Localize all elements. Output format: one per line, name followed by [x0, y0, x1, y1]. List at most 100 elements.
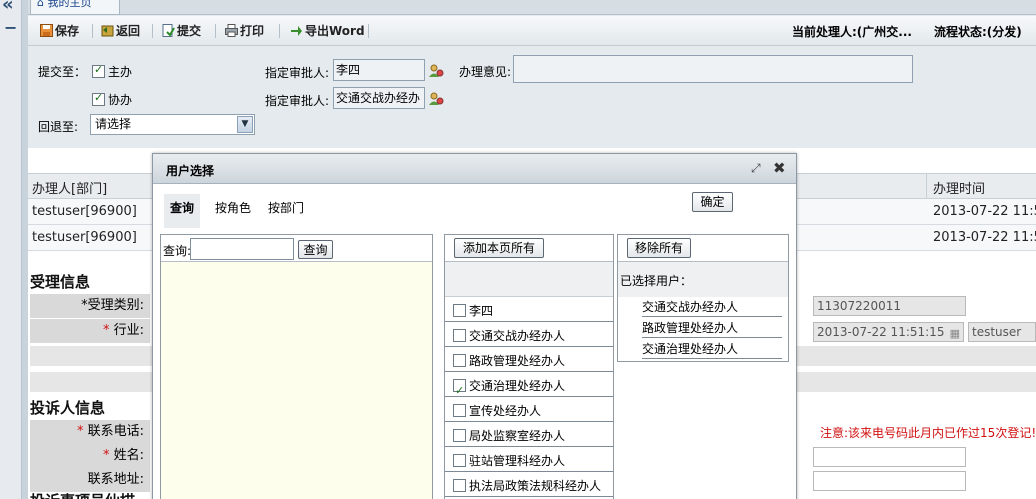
add-all-button[interactable]: 添加本页所有: [454, 238, 544, 258]
column-time: 办理时间: [933, 182, 986, 197]
checkbox-checked-icon: [92, 91, 105, 106]
address-input[interactable]: [813, 471, 966, 491]
return-select-value: 请选择: [95, 117, 132, 131]
user-name: 局处监察室经办人: [469, 429, 566, 443]
required-mark: *: [102, 448, 114, 463]
minus-icon[interactable]: −: [4, 18, 17, 37]
export-label: 导出Word: [305, 24, 365, 38]
accept-datetime-field[interactable]: 2013-07-22 11:51:15 ▦: [813, 322, 964, 342]
search-panel: 查询: 查询: [160, 234, 433, 499]
user-select-dialog: 用户选择 ⤢ ✖ 查询 按角色 按部门 确定 查询: 查询 添加本页所有 李四 …: [152, 153, 797, 499]
toolbar-separator: [279, 24, 280, 38]
tab-query[interactable]: 查询: [164, 194, 201, 228]
user-name: 交通交战办经办人: [469, 329, 566, 343]
list-item[interactable]: 李四: [445, 297, 613, 322]
name-input[interactable]: [813, 447, 966, 467]
home-icon: ⌂: [37, 0, 44, 9]
checkbox-icon[interactable]: [453, 404, 466, 417]
return-select[interactable]: 请选择 ▼: [90, 114, 255, 135]
submit-label: 提交: [177, 24, 202, 38]
back-button[interactable]: 返回: [101, 22, 140, 40]
required-mark: *: [102, 323, 114, 338]
tab-strip: [28, 0, 1036, 15]
checkbox-icon[interactable]: [453, 329, 466, 342]
list-item[interactable]: 路政管理处经办人: [445, 347, 613, 372]
name-label-text: 姓名:: [113, 448, 144, 463]
checkbox-icon[interactable]: [453, 454, 466, 467]
list-item[interactable]: 交通治理处经办人: [445, 372, 613, 405]
selected-user-item[interactable]: 路政管理处经办人: [642, 318, 782, 338]
return-label: 回退至:: [38, 120, 79, 134]
opinion-textarea[interactable]: [513, 55, 913, 83]
opinion-label: 办理意见:: [459, 65, 512, 79]
accept-user-field[interactable]: testuser: [968, 322, 1036, 342]
search-input[interactable]: [190, 238, 294, 260]
dialog-titlebar[interactable]: 用户选择 ⤢ ✖: [153, 154, 796, 184]
user-list-header: 添加本页所有: [445, 235, 613, 262]
complaint-section-title: 投诉事项员仙描: [30, 490, 135, 499]
remove-all-button[interactable]: 移除所有: [627, 238, 691, 258]
user-select-icon[interactable]: [428, 92, 444, 106]
chevron-down-icon[interactable]: ▼: [237, 116, 253, 133]
selected-user-item[interactable]: 交通交战办经办人: [642, 297, 782, 317]
maximize-icon[interactable]: ⤢: [751, 161, 761, 176]
row-handler: testuser[96900]: [32, 230, 137, 245]
current-handler-text: 当前处理人:(广州交...: [792, 25, 912, 39]
list-item[interactable]: 执法局政策法规科经办人: [445, 472, 613, 497]
industry-label-text: 行业:: [113, 323, 144, 338]
submit-to-label: 提交至：: [38, 65, 87, 79]
checkbox-icon[interactable]: [453, 479, 466, 492]
toolbar-separator: [368, 24, 369, 38]
selected-user-item[interactable]: 交通治理处经办人: [642, 339, 782, 359]
tab-by-department[interactable]: 按部门: [262, 194, 310, 228]
selected-users-subheader: 已选择用户：: [618, 262, 788, 297]
calendar-icon[interactable]: ▦: [950, 325, 960, 341]
checkbox-icon[interactable]: [453, 304, 466, 317]
tab-home-label: 我的主页: [47, 0, 92, 9]
accept-type-label: *受理类别:: [30, 294, 150, 318]
dialog-title: 用户选择: [166, 164, 215, 178]
main-label: 主办: [108, 65, 133, 79]
user-name: 交通治理处经办人: [469, 379, 566, 393]
complainant-section-title: 投诉人信息: [30, 399, 106, 417]
address-label: 联系地址:: [30, 468, 150, 492]
address-label-text: 联系地址:: [87, 472, 144, 487]
accept-number-field[interactable]: 11307220011: [813, 296, 966, 316]
tab-home[interactable]: ⌂ 我的主页: [30, 0, 120, 15]
approver-input[interactable]: 交通交战办经办: [333, 87, 425, 109]
approver-label: 指定审批人:: [265, 66, 330, 80]
submit-button[interactable]: 提交: [162, 22, 201, 40]
row-time: 2013-07-22 11:5: [933, 204, 1036, 219]
query-label: 查询:: [163, 244, 192, 258]
approver-input[interactable]: 李四: [333, 59, 425, 81]
export-word-button[interactable]: 导出Word: [290, 22, 365, 40]
row-handler: testuser[96900]: [32, 204, 137, 219]
query-button[interactable]: 查询: [298, 240, 333, 259]
accept-type-label-text: *受理类别:: [81, 298, 144, 313]
toolbar-separator: [92, 24, 93, 38]
save-label: 保存: [55, 24, 80, 38]
list-item[interactable]: 驻站管理科经办人: [445, 447, 613, 472]
user-name: 宣传处经办人: [469, 404, 542, 418]
collapse-icon[interactable]: «: [2, 0, 14, 15]
user-name: 李四: [469, 304, 494, 318]
accept-datetime-value: 2013-07-22 11:51:15: [817, 325, 945, 339]
checkbox-checked-icon[interactable]: [453, 377, 466, 405]
user-name: 执法局政策法规科经办人: [469, 479, 602, 493]
tab-by-role[interactable]: 按角色: [209, 194, 257, 228]
main-checkbox[interactable]: 主办: [92, 63, 132, 80]
list-item[interactable]: 交通交战办经办人: [445, 322, 613, 347]
assist-checkbox[interactable]: 协办: [92, 91, 132, 108]
checkbox-icon[interactable]: [453, 429, 466, 442]
save-button[interactable]: 保存: [40, 22, 79, 40]
confirm-button[interactable]: 确定: [692, 192, 733, 212]
list-item[interactable]: 局处监察室经办人: [445, 422, 613, 447]
close-icon[interactable]: ✖: [773, 159, 786, 177]
phone-label-text: 联系电话:: [87, 424, 144, 439]
flow-status-text: 流程状态:(分发): [934, 25, 1022, 39]
print-button[interactable]: 打印: [225, 22, 264, 40]
user-select-icon[interactable]: [428, 64, 444, 78]
list-item[interactable]: 宣传处经办人: [445, 397, 613, 422]
checkbox-icon[interactable]: [453, 354, 466, 367]
column-divider: [926, 174, 927, 200]
